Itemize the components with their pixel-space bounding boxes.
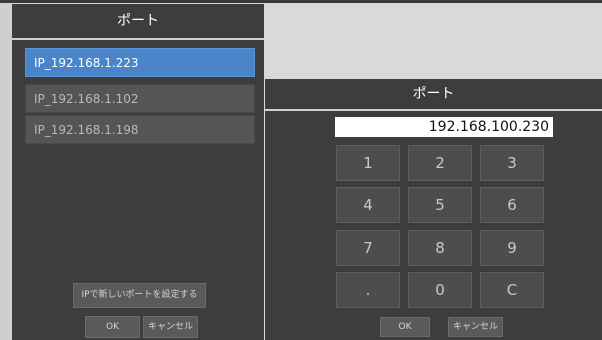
title-separator (265, 109, 602, 111)
key-6[interactable]: 6 (480, 187, 544, 223)
key-5[interactable]: 5 (408, 187, 472, 223)
key-3[interactable]: 3 (480, 145, 544, 181)
key-7[interactable]: 7 (336, 230, 400, 266)
ip-address-field[interactable]: 192.168.100.230 (335, 117, 553, 137)
keypad-ok-button[interactable]: OK (380, 317, 430, 337)
title-separator (12, 38, 264, 40)
keypad-cancel-button[interactable]: キャンセル (448, 317, 503, 337)
port-list-dialog: ポート IP_192.168.1.223 IP_192.168.1.102 IP… (12, 4, 264, 340)
top-border (0, 0, 602, 3)
port-item-1[interactable]: IP_192.168.1.223 (25, 48, 255, 77)
port-item-3[interactable]: IP_192.168.1.198 (25, 115, 255, 144)
key-0[interactable]: 0 (408, 272, 472, 308)
key-1[interactable]: 1 (336, 145, 400, 181)
new-port-by-ip-button[interactable]: IPで新しいポートを設定する (73, 283, 206, 308)
key-8[interactable]: 8 (408, 230, 472, 266)
key-clear[interactable]: C (480, 272, 544, 308)
ip-keypad-dialog: ポート 192.168.100.230 1 2 3 4 5 6 7 8 9 . … (265, 79, 602, 340)
key-9[interactable]: 9 (480, 230, 544, 266)
key-2[interactable]: 2 (408, 145, 472, 181)
key-4[interactable]: 4 (336, 187, 400, 223)
background-strip (0, 3, 12, 340)
port-item-2[interactable]: IP_192.168.1.102 (25, 84, 255, 113)
ok-button[interactable]: OK (85, 316, 140, 338)
cancel-button[interactable]: キャンセル (143, 316, 198, 338)
port-dialog-title: ポート (117, 13, 159, 29)
keypad-dialog-title: ポート (412, 86, 455, 102)
key-dot[interactable]: . (336, 272, 400, 308)
